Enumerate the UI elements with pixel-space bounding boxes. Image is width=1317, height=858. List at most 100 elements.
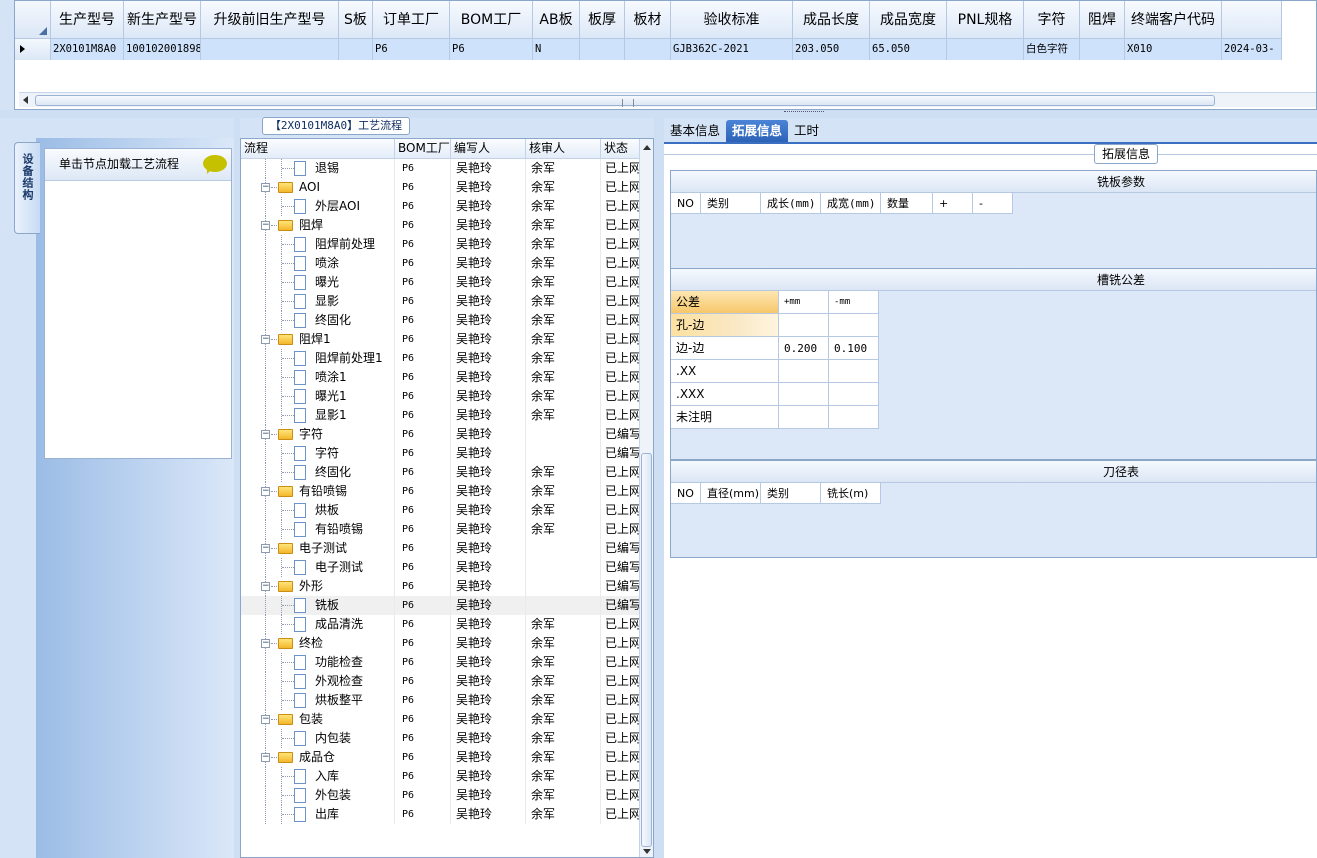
tool-table-column-header[interactable]: 铣长(m) [821,483,881,504]
grid-column-header[interactable]: 成品宽度 [870,1,947,39]
process-row[interactable]: 烘板整平 P6 吴艳玲 余军 已上网 [241,691,641,710]
grid-cell[interactable]: P6 [450,39,533,60]
grid-cell[interactable]: X010 [1125,39,1222,60]
tolerance-cell[interactable] [829,360,879,383]
tab-extended-info[interactable]: 拓展信息 [726,120,789,142]
collapse-toggle-icon[interactable]: − [261,544,270,553]
grid-cell[interactable] [201,39,339,60]
grid-column-header[interactable] [1222,1,1282,39]
tolerance-header-cell[interactable]: -mm [829,291,879,314]
tolerance-cell[interactable] [779,360,829,383]
horizontal-splitter[interactable] [0,110,1317,118]
product-grid-row[interactable]: 2X0101M8A010010200189882P6P6NGJB362C-202… [15,39,1282,60]
process-row[interactable]: 曝光1 P6 吴艳玲 余军 已上网 [241,387,641,406]
tolerance-cell[interactable]: 未注明 [671,406,779,429]
collapse-toggle-icon[interactable]: − [261,753,270,762]
tolerance-row[interactable]: .XX [671,360,879,383]
process-row[interactable]: 电子测试 P6 吴艳玲 已编写 [241,558,641,577]
grid-column-header[interactable]: AB板 [533,1,580,39]
process-row[interactable]: 铣板 P6 吴艳玲 已编写 [241,596,641,615]
tolerance-row[interactable]: 边-边 0.200 0.100 [671,337,879,360]
process-row[interactable]: 终固化 P6 吴艳玲 余军 已上网 [241,311,641,330]
milling-param-column-header[interactable]: 类别 [701,193,761,214]
grid-column-header[interactable]: 终端客户代码 [1125,1,1222,39]
grid-column-header[interactable]: 阻焊 [1080,1,1125,39]
grid-column-header[interactable]: 订单工厂 [373,1,450,39]
process-column-header[interactable]: 流程 [241,139,395,159]
grid-cell[interactable]: P6 [373,39,450,60]
process-row[interactable]: − 终检 P6 吴艳玲 余军 已上网 [241,634,641,653]
tolerance-cell[interactable]: 0.200 [779,337,829,360]
tool-table-grid[interactable]: NO 直径(mm) 类别 铣长(m) [671,483,881,504]
process-column-header[interactable]: 核审人 [526,139,601,159]
process-column-header[interactable]: 状态 [601,139,641,159]
milling-param-column-header[interactable]: - [973,193,1013,214]
tolerance-cell[interactable] [779,383,829,406]
collapse-toggle-icon[interactable]: − [261,221,270,230]
scroll-up-arrow-icon[interactable] [643,145,651,150]
product-grid-hscrollbar[interactable] [19,92,1316,107]
grid-cell[interactable] [339,39,373,60]
tolerance-row[interactable]: .XXX [671,383,879,406]
process-row[interactable]: 入库 P6 吴艳玲 余军 已上网 [241,767,641,786]
grid-cell[interactable]: 2X0101M8A0 [51,39,124,60]
tool-table-column-header[interactable]: 直径(mm) [701,483,761,504]
process-row[interactable]: 外包装 P6 吴艳玲 余军 已上网 [241,786,641,805]
process-row[interactable]: 阻焊前处理1 P6 吴艳玲 余军 已上网 [241,349,641,368]
process-row[interactable]: 功能检查 P6 吴艳玲 余军 已上网 [241,653,641,672]
process-row[interactable]: − 阻焊1 P6 吴艳玲 余军 已上网 [241,330,641,349]
tolerance-cell[interactable] [829,383,879,406]
process-row[interactable]: 烘板 P6 吴艳玲 余军 已上网 [241,501,641,520]
collapse-toggle-icon[interactable]: − [261,715,270,724]
process-row[interactable]: − AOI P6 吴艳玲 余军 已上网 [241,178,641,197]
tab-detail[interactable]: 工时 [788,120,825,142]
process-row[interactable]: − 包装 P6 吴艳玲 余军 已上网 [241,710,641,729]
tolerance-cell[interactable] [779,314,829,337]
process-row[interactable]: 显影1 P6 吴艳玲 余军 已上网 [241,406,641,425]
tolerance-row[interactable]: 未注明 [671,406,879,429]
grid-column-header[interactable]: BOM工厂 [450,1,533,39]
process-row[interactable]: − 阻焊 P6 吴艳玲 余军 已上网 [241,216,641,235]
slot-tolerance-grid[interactable]: 公差 +mm -mm 孔-边 边-边 0.200 0.100 .XX .XXX 未注明 [671,291,879,429]
tool-table-column-header[interactable]: NO [671,483,701,504]
collapse-toggle-icon[interactable]: − [261,487,270,496]
grid-cell[interactable]: 白色字符 [1024,39,1080,60]
process-row[interactable]: 喷涂1 P6 吴艳玲 余军 已上网 [241,368,641,387]
grid-column-header[interactable]: 验收标准 [671,1,793,39]
collapse-toggle-icon[interactable]: − [261,639,270,648]
process-row[interactable]: 内包装 P6 吴艳玲 余军 已上网 [241,729,641,748]
grid-column-header[interactable]: 新生产型号 [124,1,201,39]
process-row[interactable]: − 有铅喷锡 P6 吴艳玲 余军 已上网 [241,482,641,501]
tolerance-header-cell[interactable]: +mm [779,291,829,314]
process-row[interactable]: 出库 P6 吴艳玲 余军 已上网 [241,805,641,824]
grid-column-header[interactable]: S板 [339,1,373,39]
load-process-button[interactable]: 单击节点加载工艺流程 [45,149,231,181]
process-row[interactable]: 喷涂 P6 吴艳玲 余军 已上网 [241,254,641,273]
process-row[interactable]: − 成品仓 P6 吴艳玲 余军 已上网 [241,748,641,767]
vscroll-thumb[interactable] [641,453,652,847]
process-vscrollbar[interactable] [639,139,653,857]
tool-table-column-header[interactable]: 类别 [761,483,821,504]
hscroll-thumb[interactable] [35,95,1215,107]
process-row[interactable]: − 电子测试 P6 吴艳玲 已编写 [241,539,641,558]
tolerance-cell[interactable]: 孔-边 [671,314,779,337]
milling-param-column-header[interactable]: 成长(mm) [761,193,821,214]
process-row[interactable]: − 字符 P6 吴艳玲 已编写 [241,425,641,444]
milling-params-grid[interactable]: NO 类别 成长(mm) 成宽(mm) 数量 + - [671,193,1013,214]
tolerance-cell[interactable]: 边-边 [671,337,779,360]
tolerance-row[interactable]: 孔-边 [671,314,879,337]
grid-column-header[interactable]: 字符 [1024,1,1080,39]
scroll-left-arrow-icon[interactable] [23,96,28,104]
collapse-toggle-icon[interactable]: − [261,335,270,344]
process-row[interactable]: − 外形 P6 吴艳玲 已编写 [241,577,641,596]
grid-column-header[interactable]: 板厚 [580,1,625,39]
grid-column-header[interactable]: 成品长度 [793,1,870,39]
process-row[interactable]: 外层AOI P6 吴艳玲 余军 已上网 [241,197,641,216]
tab-detail[interactable]: 基本信息 [664,120,726,142]
milling-param-column-header[interactable]: + [933,193,973,214]
tolerance-cell[interactable] [779,406,829,429]
grid-cell[interactable]: 2024-03- [1222,39,1282,60]
tolerance-cell[interactable]: .XXX [671,383,779,406]
grid-column-header[interactable]: PNL规格 [947,1,1024,39]
milling-param-column-header[interactable]: 成宽(mm) [821,193,881,214]
